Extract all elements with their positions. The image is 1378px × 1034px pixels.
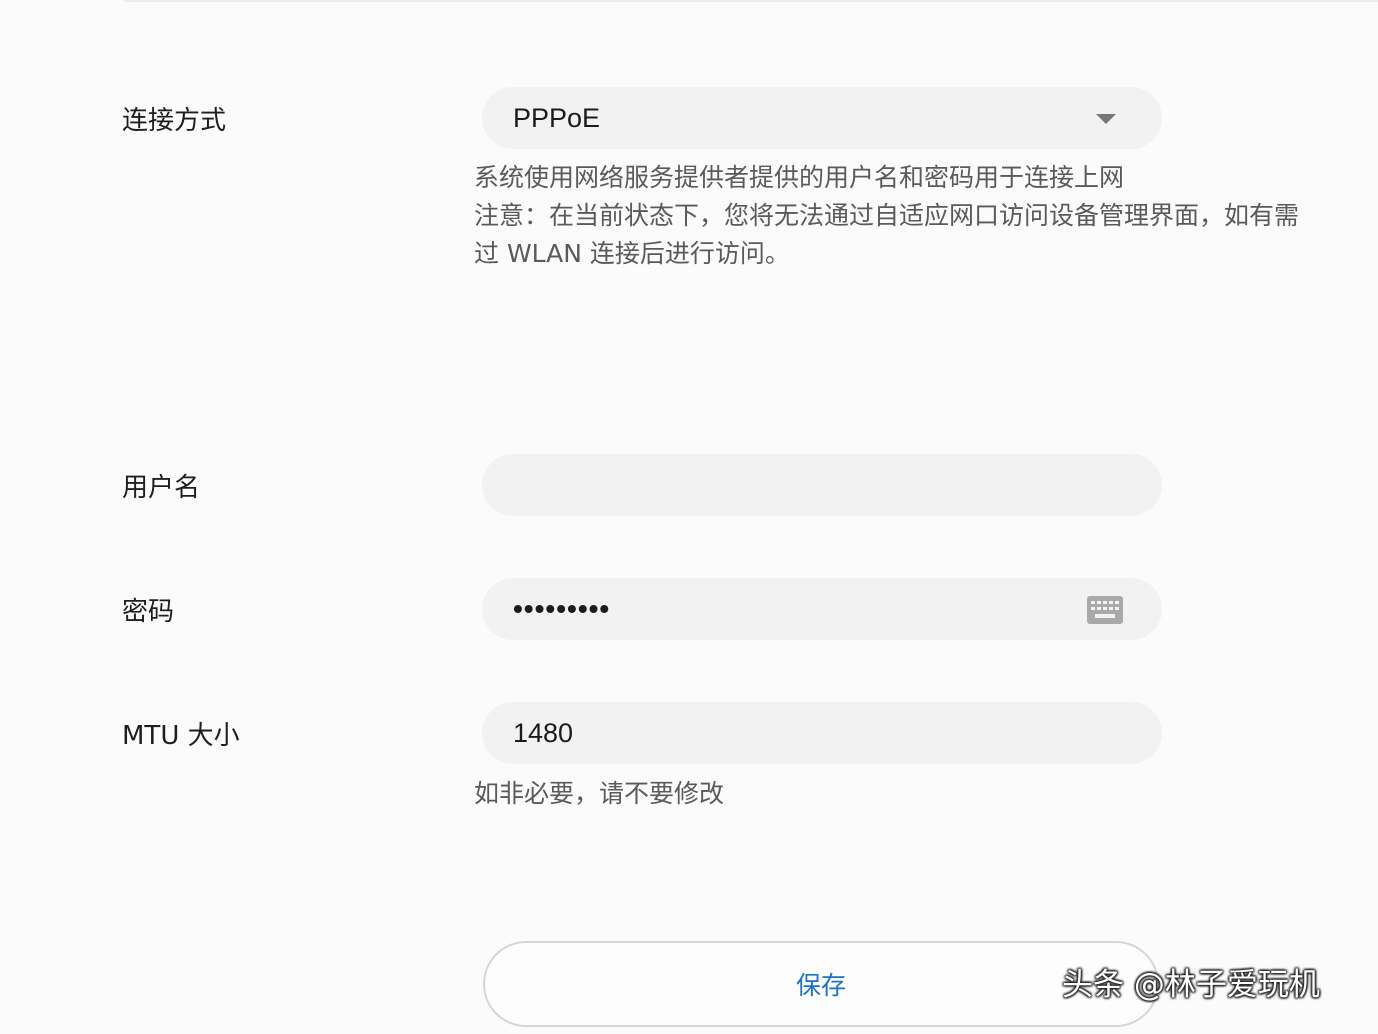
connection-hint-line-2: 注意：在当前状态下，您将无法通过自适应网口访问设备管理界面，如有需 [474, 201, 1300, 230]
username-input[interactable] [482, 454, 1162, 516]
mtu-label: MTU 大小 [122, 721, 240, 751]
mtu-input[interactable]: 1480 [482, 702, 1162, 764]
password-masked-value: ••••••••• [513, 593, 611, 624]
password-input[interactable]: ••••••••• [482, 578, 1162, 640]
keyboard-icon[interactable] [1086, 595, 1124, 625]
mtu-hint: 如非必要，请不要修改 [474, 779, 725, 808]
connection-hint-line-3: 过 WLAN 连接后进行访问。 [474, 239, 790, 268]
username-label: 用户名 [122, 473, 201, 503]
connection-type-select[interactable]: PPPoE [482, 87, 1162, 149]
password-label: 密码 [122, 597, 175, 627]
save-button-label: 保存 [795, 971, 846, 1000]
top-divider [124, 0, 1378, 2]
watermark: 头条 @林子爱玩机 [1062, 967, 1320, 1003]
save-button[interactable]: 保存 [483, 941, 1159, 1027]
connection-hint-line-1: 系统使用网络服务提供者提供的用户名和密码用于连接上网 [474, 163, 1125, 192]
connection-type-value: PPPoE [513, 103, 601, 133]
mtu-value: 1480 [513, 718, 574, 748]
chevron-down-icon[interactable] [1096, 114, 1116, 124]
connection-type-label: 连接方式 [122, 106, 227, 136]
